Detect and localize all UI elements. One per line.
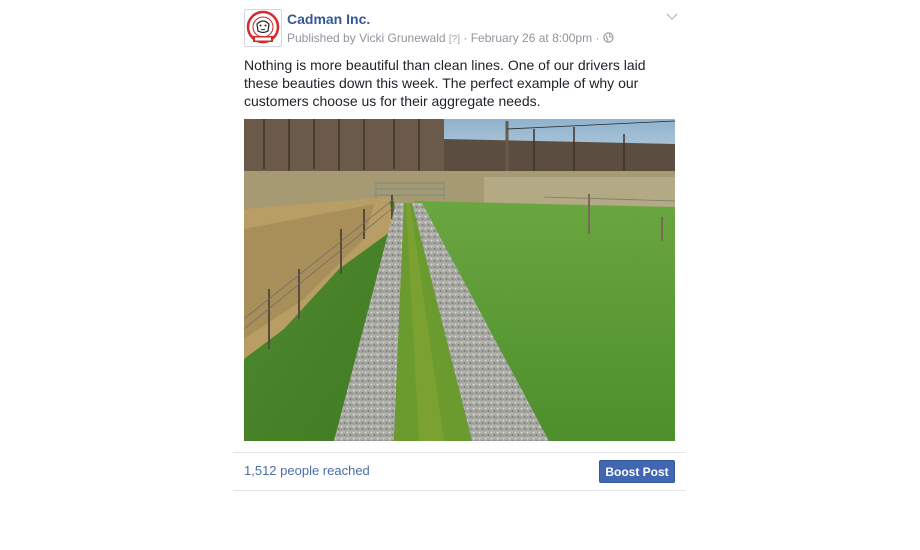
published-by-label: Published by <box>287 31 356 45</box>
meta-separator: · <box>463 31 468 45</box>
post-timestamp[interactable]: February 26 at 8:00pm <box>471 31 592 45</box>
people-reached-link[interactable]: 1,512 people reached <box>244 463 370 478</box>
globe-icon[interactable] <box>603 32 614 43</box>
footer-divider-bottom <box>233 490 686 491</box>
page-avatar[interactable] <box>244 9 282 47</box>
author-name[interactable]: Vicki Grunewald <box>359 31 445 45</box>
cadman-logo-icon <box>246 10 280 44</box>
chevron-down-icon[interactable] <box>665 9 679 23</box>
driveway-photo <box>244 119 675 441</box>
footer-divider-top <box>233 452 686 453</box>
post-photo[interactable] <box>244 119 675 441</box>
post-meta: Published by Vicki Grunewald [?] · Febru… <box>287 31 614 45</box>
page-name-link[interactable]: Cadman Inc. <box>287 11 370 27</box>
post-message: Nothing is more beautiful than clean lin… <box>244 57 646 109</box>
help-marker[interactable]: [?] <box>449 34 460 45</box>
meta-separator: · <box>595 31 600 45</box>
facebook-post: Cadman Inc. Published by Vicki Grunewald… <box>233 0 686 550</box>
boost-post-button[interactable]: Boost Post <box>599 460 675 483</box>
